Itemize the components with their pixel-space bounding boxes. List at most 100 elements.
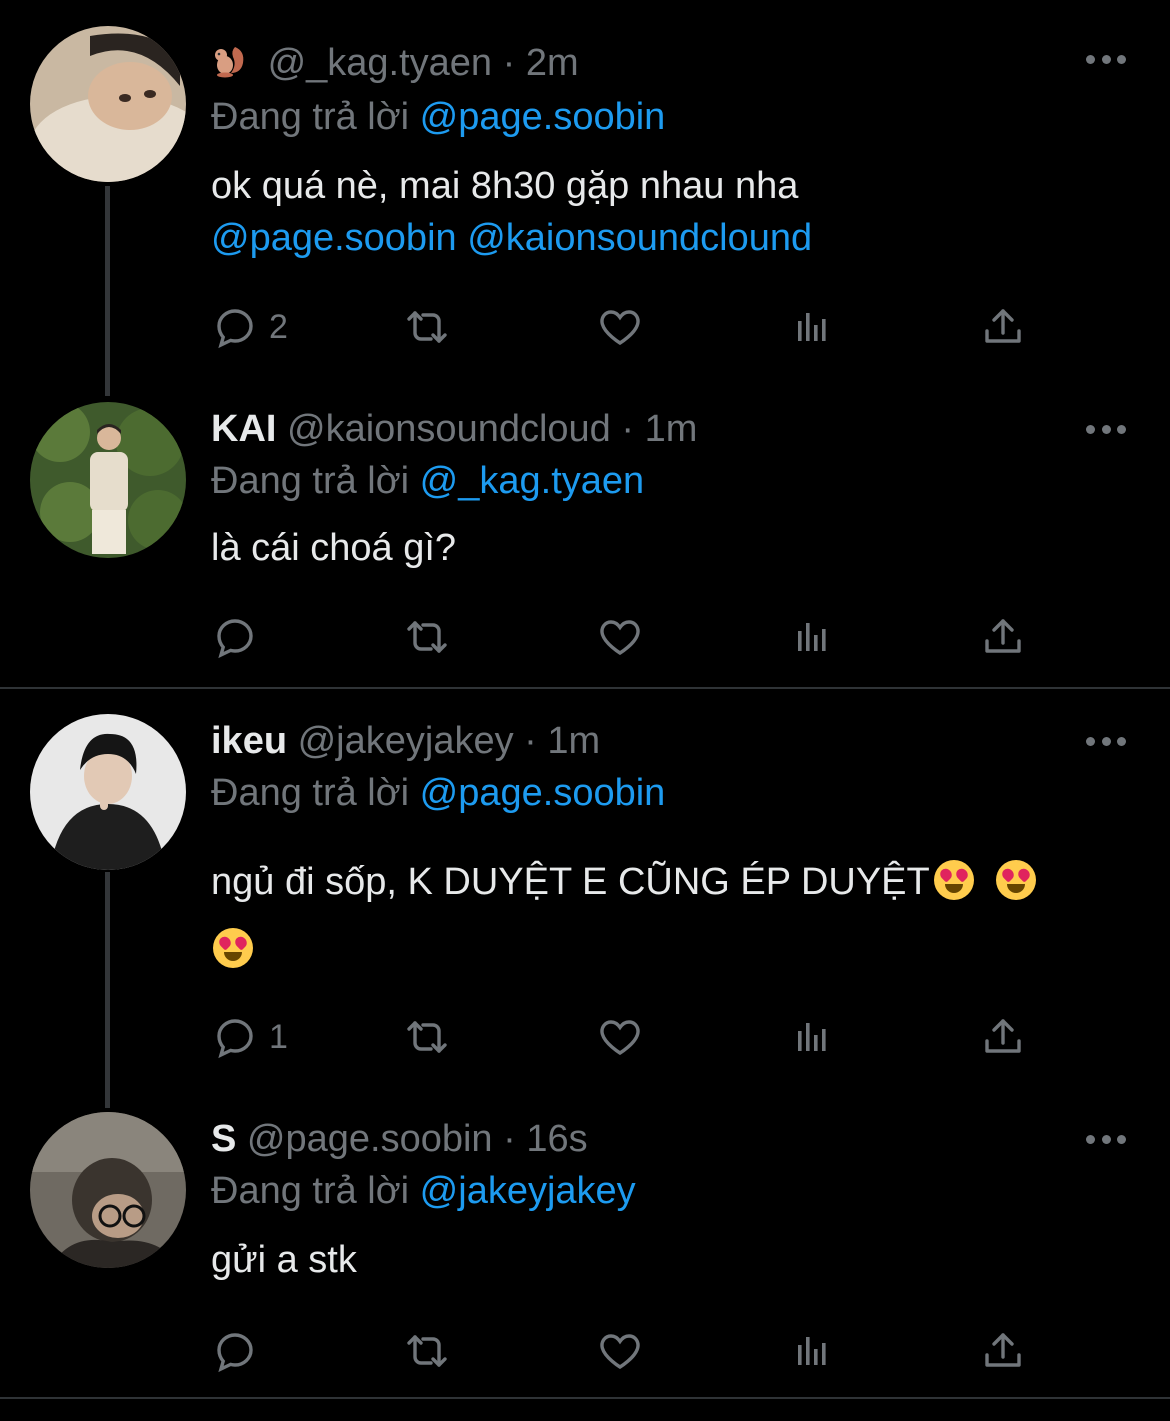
like-button[interactable]: [596, 612, 644, 662]
retweet-button[interactable]: [403, 612, 451, 662]
display-name[interactable]: S: [211, 1118, 236, 1160]
tweet[interactable]: @_kag.tyaen · 2m Đang trả lời @page.soob…: [0, 0, 1170, 400]
reply-button[interactable]: 1: [211, 1012, 288, 1062]
reply-button[interactable]: [211, 612, 269, 662]
divider: [0, 1397, 1170, 1399]
tweet-mentions[interactable]: @page.soobin @kaionsoundclound: [211, 212, 1131, 264]
retweet-button[interactable]: [403, 1012, 451, 1062]
tweet[interactable]: S @page.soobin · 16s Đang trả lời @jakey…: [0, 1108, 1170, 1398]
user-handle[interactable]: @page.soobin: [247, 1118, 493, 1160]
share-button[interactable]: [979, 1326, 1027, 1376]
reply-to-mention[interactable]: @_kag.tyaen: [420, 460, 645, 502]
tweet-text: gửi a stk: [211, 1234, 1131, 1286]
like-button[interactable]: [596, 302, 644, 352]
reply-to-mention[interactable]: @page.soobin: [420, 96, 666, 138]
reply-count: 2: [269, 307, 288, 346]
tweet-text-line: ok quá nè, mai 8h30 gặp nhau nha: [211, 165, 799, 207]
tweet[interactable]: KAI @kaionsoundcloud · 1m Đang trả lời @…: [0, 396, 1170, 688]
user-handle[interactable]: @kaionsoundcloud: [287, 408, 611, 450]
replying-to: Đang trả lời @page.soobin: [211, 770, 665, 816]
tweet-header: S @page.soobin · 16s: [211, 1116, 588, 1162]
heart-eyes-emoji-icon: [213, 928, 253, 968]
reply-prefix: Đang trả lời: [211, 1170, 410, 1212]
avatar[interactable]: [30, 714, 186, 870]
heart-icon: [596, 1327, 644, 1375]
views-button[interactable]: [788, 1326, 836, 1376]
like-button[interactable]: [596, 1012, 644, 1062]
reply-prefix: Đang trả lời: [211, 460, 410, 502]
squirrel-emoji-icon: [211, 40, 257, 86]
divider: [0, 687, 1170, 689]
share-button[interactable]: [979, 1012, 1027, 1062]
avatar[interactable]: [30, 26, 186, 182]
reply-icon: [211, 1327, 259, 1375]
tweet-header: KAI @kaionsoundcloud · 1m: [211, 406, 697, 452]
reply-to-mention[interactable]: @jakeyjakey: [420, 1170, 636, 1212]
retweet-icon: [403, 1013, 451, 1061]
retweet-icon: [403, 1327, 451, 1375]
share-icon: [979, 613, 1027, 661]
replying-to: Đang trả lời @jakeyjakey: [211, 1168, 636, 1214]
user-handle[interactable]: @jakeyjakey: [298, 720, 514, 762]
reply-prefix: Đang trả lời: [211, 772, 410, 814]
share-icon: [979, 1327, 1027, 1375]
share-button[interactable]: [979, 612, 1027, 662]
tweet-text: ok quá nè, mai 8h30 gặp nhau nha @page.s…: [211, 160, 1131, 264]
views-chart-icon: [788, 303, 836, 351]
views-button[interactable]: [788, 302, 836, 352]
tweet[interactable]: ikeu @jakeyjakey · 1m Đang trả lời @page…: [0, 690, 1170, 1100]
retweet-button[interactable]: [403, 302, 451, 352]
heart-icon: [596, 303, 644, 351]
meta-separator: ·: [610, 408, 645, 450]
tweet-time[interactable]: 1m: [547, 720, 600, 762]
replying-to: Đang trả lời @page.soobin: [211, 94, 665, 140]
tweet-header: @_kag.tyaen · 2m: [211, 40, 579, 86]
views-chart-icon: [788, 1013, 836, 1061]
meta-separator: ·: [492, 1118, 527, 1160]
more-options-button[interactable]: [1086, 1132, 1126, 1146]
tweet-text-line: ngủ đi sốp, K DUYỆT E CŨNG ÉP DUYỆT: [211, 861, 930, 903]
replying-to: Đang trả lời @_kag.tyaen: [211, 458, 644, 504]
reply-button[interactable]: 2: [211, 302, 288, 352]
retweet-button[interactable]: [403, 1326, 451, 1376]
more-options-button[interactable]: [1086, 734, 1126, 748]
more-options-button[interactable]: [1086, 52, 1126, 66]
share-icon: [979, 1013, 1027, 1061]
more-options-button[interactable]: [1086, 422, 1126, 436]
views-button[interactable]: [788, 1012, 836, 1062]
heart-eyes-emoji-icon: [933, 860, 974, 900]
tweet-time[interactable]: 1m: [645, 408, 698, 450]
user-handle[interactable]: @_kag.tyaen: [268, 42, 493, 84]
retweet-icon: [403, 303, 451, 351]
tweet-time[interactable]: 16s: [526, 1118, 587, 1160]
heart-eyes-emoji-icon: [996, 860, 1037, 900]
reply-icon: [211, 613, 259, 661]
reply-to-mention[interactable]: @page.soobin: [420, 772, 666, 814]
reply-button[interactable]: [211, 1326, 269, 1376]
tweet-text-line: gửi a stk: [211, 1239, 357, 1281]
like-button[interactable]: [596, 1326, 644, 1376]
reply-prefix: Đang trả lời: [211, 96, 410, 138]
tweet-text: ngủ đi sốp, K DUYỆT E CŨNG ÉP DUYỆT: [211, 848, 1131, 984]
heart-icon: [596, 1013, 644, 1061]
meta-separator: ·: [492, 42, 526, 84]
tweet-actions: 1: [211, 1012, 1041, 1062]
display-name[interactable]: ikeu: [211, 720, 287, 762]
views-chart-icon: [788, 613, 836, 661]
reply-icon: [211, 1013, 259, 1061]
heart-icon: [596, 613, 644, 661]
reply-count: 1: [269, 1017, 288, 1056]
share-icon: [979, 303, 1027, 351]
tweet-header: ikeu @jakeyjakey · 1m: [211, 718, 600, 764]
share-button[interactable]: [979, 302, 1027, 352]
tweet-text-line: là cái choá gì?: [211, 527, 457, 569]
views-button[interactable]: [788, 612, 836, 662]
reply-icon: [211, 303, 259, 351]
avatar[interactable]: [30, 1112, 186, 1268]
tweet-text: là cái choá gì?: [211, 522, 1131, 574]
display-name[interactable]: KAI: [211, 408, 276, 450]
tweet-actions: 2: [211, 302, 1041, 352]
tweet-time[interactable]: 2m: [526, 42, 579, 84]
views-chart-icon: [788, 1327, 836, 1375]
avatar[interactable]: [30, 402, 186, 558]
